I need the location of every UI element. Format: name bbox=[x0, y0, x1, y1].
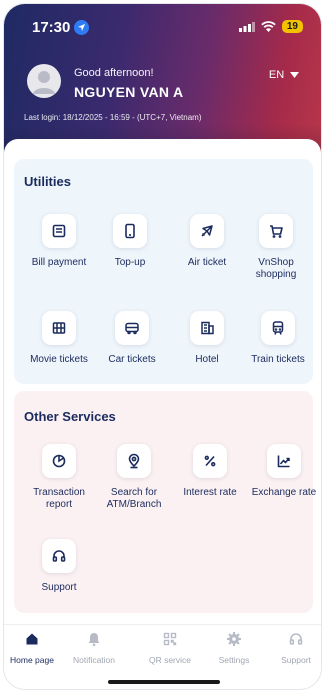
map-pin-icon bbox=[117, 444, 151, 478]
gear-icon bbox=[227, 632, 241, 646]
nav-label: Settings bbox=[218, 655, 250, 665]
signal-icon bbox=[238, 22, 255, 32]
last-login-text: Last login: 18/12/2025 - 16:59 - (UTC+7,… bbox=[24, 113, 202, 122]
main-content: Utilities Bill payment Top-up Air ticket… bbox=[4, 139, 321, 619]
home-indicator bbox=[108, 680, 220, 684]
tile-label: Top-up bbox=[114, 257, 146, 268]
chevron-down-icon bbox=[290, 72, 300, 78]
pie-chart-icon bbox=[42, 444, 76, 478]
nav-qr-service[interactable]: QR service bbox=[138, 631, 202, 665]
tile-movie-tickets[interactable]: Movie tickets bbox=[21, 311, 97, 366]
headset-icon bbox=[42, 539, 76, 573]
utilities-title: Utilities bbox=[24, 174, 71, 189]
tile-label: Exchange rate bbox=[251, 487, 317, 498]
tile-label: Search for ATM/Branch bbox=[106, 487, 162, 510]
location-arrow-icon bbox=[74, 20, 89, 35]
train-icon bbox=[261, 311, 295, 345]
qr-icon bbox=[163, 632, 177, 646]
nav-settings[interactable]: Settings bbox=[202, 631, 266, 665]
tile-train-tickets[interactable]: Train tickets bbox=[240, 311, 316, 366]
status-bar: 17:30 19 bbox=[32, 18, 303, 38]
tile-label: Car tickets bbox=[108, 354, 156, 365]
cart-icon bbox=[259, 214, 293, 248]
tile-label: Train tickets bbox=[251, 354, 305, 365]
phone-icon bbox=[113, 214, 147, 248]
language-selector[interactable]: EN bbox=[261, 66, 307, 84]
tile-label: Transaction report bbox=[33, 487, 85, 510]
wifi-icon bbox=[261, 21, 276, 32]
tile-air-ticket[interactable]: Air ticket bbox=[169, 214, 245, 269]
nav-label: Support bbox=[281, 655, 311, 665]
bus-icon bbox=[115, 311, 149, 345]
status-icons: 19 bbox=[238, 20, 303, 33]
nav-notification[interactable]: Notification bbox=[62, 631, 126, 665]
header: 17:30 19 Good afternoon! NGUYEN VAN A EN… bbox=[4, 4, 321, 154]
tile-exchange-rate[interactable]: Exchange rate bbox=[246, 444, 321, 499]
username: NGUYEN VAN A bbox=[74, 84, 184, 100]
nav-home[interactable]: Home page bbox=[4, 631, 64, 665]
tile-bill-payment[interactable]: Bill payment bbox=[21, 214, 97, 269]
nav-label: Notification bbox=[72, 655, 116, 665]
tile-label: Hotel bbox=[195, 354, 219, 365]
tile-label: VnShop shopping bbox=[255, 257, 297, 280]
tile-label: Movie tickets bbox=[30, 354, 88, 365]
tile-hotel[interactable]: Hotel bbox=[169, 311, 245, 366]
tile-label: Bill payment bbox=[31, 257, 87, 268]
percent-icon bbox=[193, 444, 227, 478]
greeting-text: Good afternoon! bbox=[74, 67, 154, 79]
tile-top-up[interactable]: Top-up bbox=[92, 214, 168, 269]
nav-support[interactable]: Support bbox=[264, 631, 321, 665]
headset-icon bbox=[289, 633, 303, 645]
hotel-icon bbox=[190, 311, 224, 345]
tile-label: Interest rate bbox=[183, 487, 237, 498]
tile-label: Air ticket bbox=[187, 257, 227, 268]
battery-indicator: 19 bbox=[281, 20, 303, 33]
tile-support[interactable]: Support bbox=[21, 539, 97, 594]
plane-icon bbox=[190, 214, 224, 248]
status-time: 17:30 bbox=[32, 19, 71, 36]
bell-icon bbox=[88, 633, 100, 647]
film-icon bbox=[42, 311, 76, 345]
tile-interest-rate[interactable]: Interest rate bbox=[172, 444, 248, 499]
tile-car-tickets[interactable]: Car tickets bbox=[94, 311, 170, 366]
home-icon bbox=[26, 633, 38, 645]
trend-chart-icon bbox=[267, 444, 301, 478]
tile-transaction-report[interactable]: Transaction report bbox=[21, 444, 97, 511]
language-label: EN bbox=[268, 69, 285, 81]
phone-screen: 17:30 19 Good afternoon! NGUYEN VAN A EN… bbox=[3, 3, 322, 690]
other-services-title: Other Services bbox=[24, 409, 116, 424]
tile-vnshop[interactable]: VnShop shopping bbox=[238, 214, 314, 281]
tile-label: Support bbox=[41, 582, 77, 593]
nav-label: Home page bbox=[10, 655, 54, 665]
bottom-nav: Home page Notification QR service Settin… bbox=[4, 624, 321, 672]
receipt-icon bbox=[42, 214, 76, 248]
tile-search-atm[interactable]: Search for ATM/Branch bbox=[96, 444, 172, 511]
nav-label: QR service bbox=[148, 655, 192, 665]
avatar[interactable] bbox=[27, 64, 61, 98]
